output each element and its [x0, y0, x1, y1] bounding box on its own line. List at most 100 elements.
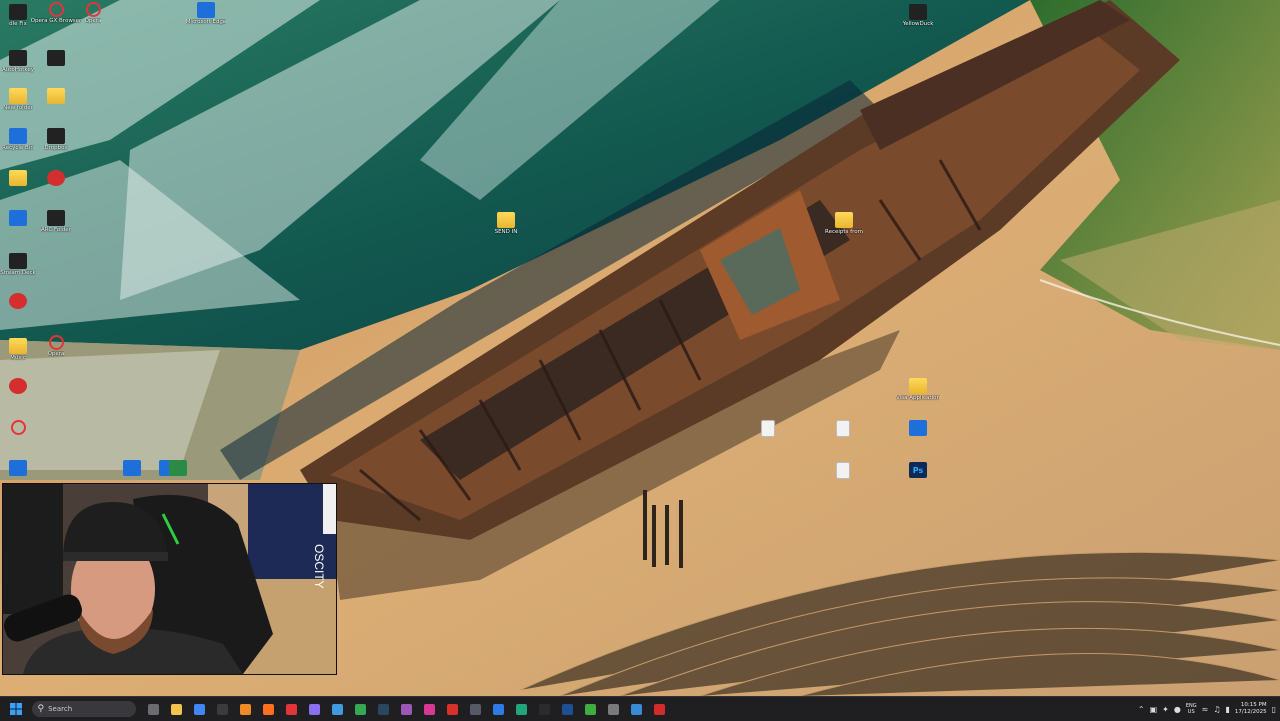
desktop-icon-label: Opera	[47, 351, 65, 357]
start-button[interactable]	[6, 699, 26, 719]
taskbar-app-app-navy[interactable]	[557, 699, 577, 719]
app-5-icon	[47, 210, 65, 226]
razer-icon	[9, 293, 27, 309]
visa-folder-icon	[909, 378, 927, 394]
desktop-icon-opera-2[interactable]: Opera	[65, 2, 121, 24]
app-8-icon	[909, 420, 927, 436]
taskbar-app-firefox[interactable]	[258, 699, 278, 719]
desktop-icon-yellowduck[interactable]: YellowDuck	[890, 4, 946, 27]
battery-icon[interactable]: ▮	[1225, 705, 1229, 714]
file-1-icon	[47, 50, 65, 66]
taskbar-app-file-explorer[interactable]	[166, 699, 186, 719]
taskbar-app-app-send[interactable]	[626, 699, 646, 719]
taskbar-app-app-record[interactable]	[649, 699, 669, 719]
desktop-icon-doc-2[interactable]	[815, 420, 871, 438]
taskbar-app-app-grey[interactable]	[465, 699, 485, 719]
yellowduck-icon	[909, 4, 927, 20]
app-red-icon	[446, 703, 458, 715]
taskbar-app-vlc[interactable]	[235, 699, 255, 719]
bottom-1-icon	[123, 460, 141, 476]
taskbar-app-app-gear[interactable]	[603, 699, 623, 719]
desktop-icon-label: YellowDuck	[902, 21, 934, 27]
taskbar-app-app-purple[interactable]	[396, 699, 416, 719]
taskbar-app-capture[interactable]	[327, 699, 347, 719]
desktop-icon-app-red[interactable]	[28, 170, 84, 187]
desktop-icon-folder-2[interactable]	[28, 88, 84, 105]
taskbar-app-steam[interactable]	[373, 699, 393, 719]
vlc-icon	[239, 703, 251, 715]
app-red-icon	[47, 170, 65, 186]
desktop-icon-visa-folder[interactable]: Visa Application	[890, 378, 946, 401]
desktop-icon-app-5[interactable]: ARC Folder	[28, 210, 84, 233]
taskbar-pinned-apps	[142, 699, 671, 719]
search-placeholder: Search	[48, 705, 73, 713]
folder-3-icon	[9, 170, 27, 186]
desktop-icon-app-8[interactable]	[890, 420, 946, 437]
desktop-icon-doc-3[interactable]	[815, 462, 871, 480]
recycle-bin-icon	[9, 128, 27, 144]
taskbar-search-box[interactable]: ⚲ Search	[31, 701, 136, 717]
doc-3-icon	[836, 462, 850, 479]
desktop-icon-label: Music	[10, 355, 26, 361]
doc-1-icon	[761, 420, 775, 437]
desktop-icon-app-6[interactable]	[0, 378, 46, 395]
taskbar-app-task-view[interactable]	[143, 699, 163, 719]
desktop-icon-send-folder[interactable]: SEND IN	[478, 212, 534, 235]
windows-logo-icon	[10, 703, 22, 715]
app-pink-icon	[423, 703, 435, 715]
desktop-icon-label: dle Fix	[9, 21, 27, 27]
desktop-icon-folder-music[interactable]: Music	[0, 338, 46, 361]
desktop-icon-razer[interactable]	[0, 293, 46, 310]
app-blue-icon	[492, 703, 504, 715]
taskbar-app-app-green[interactable]	[580, 699, 600, 719]
tray-app-icon[interactable]: ▣	[1150, 705, 1158, 714]
app-record-icon	[653, 703, 665, 715]
receipts-folder-icon	[835, 212, 853, 228]
taskbar-app-chrome-2[interactable]	[350, 699, 370, 719]
taskbar-app-app-dark[interactable]	[534, 699, 554, 719]
app-purple-icon	[400, 703, 412, 715]
clock[interactable]: 10:15 PM 17/12/2025	[1235, 702, 1267, 716]
desktop-icon-doc-1[interactable]	[740, 420, 796, 438]
taskbar-app-opera[interactable]	[281, 699, 301, 719]
volume-icon[interactable]: ♫	[1213, 705, 1220, 714]
opera-3-icon	[48, 335, 64, 350]
opera-2-icon	[85, 2, 101, 17]
taskbar-app-chrome[interactable]	[189, 699, 209, 719]
desktop-icon-opera-4[interactable]	[0, 420, 46, 436]
app-send-icon	[630, 703, 642, 715]
taskbar-app-app-blue[interactable]	[488, 699, 508, 719]
microphone-icon[interactable]: ●	[1174, 705, 1181, 714]
desktop-icon-app-7[interactable]	[0, 460, 46, 477]
taskbar-app-app-red[interactable]	[442, 699, 462, 719]
webcam-overlay: OSCITY	[2, 483, 337, 675]
taskbar-app-app-pink[interactable]	[419, 699, 439, 719]
desktop-icon-receipts-folder[interactable]: Receipts from	[816, 212, 872, 235]
top-left-app-icon	[9, 4, 27, 20]
bluetooth-icon[interactable]: ✦	[1162, 705, 1169, 714]
chevron-up-icon[interactable]: ⌃	[1138, 705, 1145, 714]
language-indicator[interactable]: ENG US	[1186, 703, 1197, 715]
new-folder-icon	[9, 88, 27, 104]
file-explorer-icon	[170, 703, 182, 715]
app-4-icon	[9, 210, 27, 226]
desktop-icon-edge[interactable]: Microsoft Edge	[178, 2, 234, 25]
desktop-icon-bottom-3[interactable]	[150, 460, 206, 477]
webcam-feed-image: OSCITY	[3, 484, 336, 674]
desktop-icon-ps-file[interactable]: Ps	[890, 462, 946, 479]
desktop[interactable]: dle Fix Opera GX Browser Opera Microsoft Ed…	[0, 0, 1280, 696]
app-gear-icon	[607, 703, 619, 715]
desktop-icon-dropbox[interactable]: Dropbox	[28, 128, 84, 151]
edge-icon	[197, 2, 215, 18]
taskbar-app-obs[interactable]	[212, 699, 232, 719]
desktop-icon-label: Microsoft Edge	[185, 19, 227, 25]
app-7-icon	[9, 460, 27, 476]
app-grey-icon	[469, 703, 481, 715]
wifi-icon[interactable]: ≈	[1202, 705, 1209, 714]
premiere-icon	[308, 703, 320, 715]
desktop-icon-file-1[interactable]	[28, 50, 84, 67]
taskbar-app-premiere[interactable]	[304, 699, 324, 719]
taskbar-app-app-teal[interactable]	[511, 699, 531, 719]
desktop-icon-streamdeck[interactable]: Stream Deck	[0, 253, 46, 276]
notification-icon[interactable]: ▯	[1272, 705, 1276, 714]
